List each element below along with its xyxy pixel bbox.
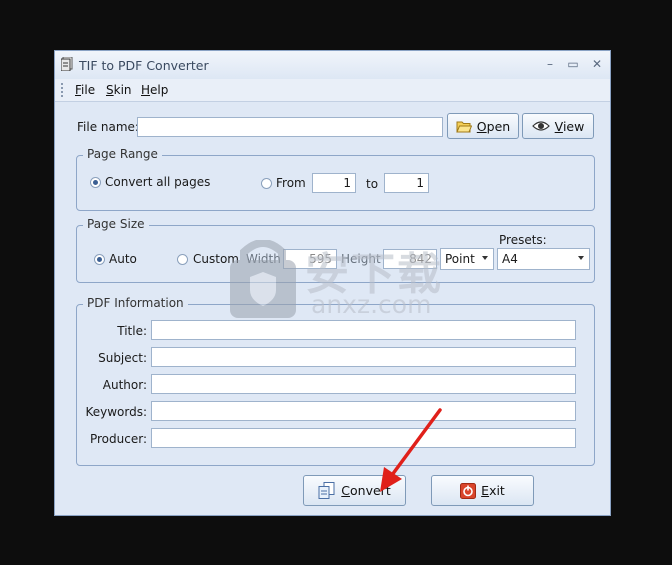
open-button[interactable]: Open xyxy=(447,113,519,139)
annotation-arrow-icon xyxy=(380,408,442,492)
author-label: Author: xyxy=(102,378,147,392)
folder-icon xyxy=(456,121,472,132)
menu-bar: File Skin Help xyxy=(55,79,610,102)
menu-file[interactable]: File xyxy=(75,83,95,97)
menu-skin[interactable]: Skin xyxy=(106,83,132,97)
page-size-group: Page Size Auto Custom Width Height Point… xyxy=(76,217,595,283)
convert-all-label: Convert all pages xyxy=(105,175,211,189)
page-range-group: Page Range Convert all pages From to xyxy=(76,147,595,211)
convert-pages-icon xyxy=(318,482,335,499)
width-label: Width xyxy=(246,252,281,266)
menu-help[interactable]: Help xyxy=(141,83,168,97)
height-input[interactable] xyxy=(383,249,437,269)
presets-value: A4 xyxy=(502,252,518,266)
height-label: Height xyxy=(341,252,381,266)
custom-radio[interactable] xyxy=(177,254,188,265)
custom-label: Custom xyxy=(193,252,239,266)
unit-value: Point xyxy=(445,252,475,266)
presets-select[interactable]: A4 xyxy=(497,248,590,270)
eye-icon xyxy=(531,121,550,131)
to-input[interactable] xyxy=(384,173,429,193)
unit-dropdown-arrow-icon xyxy=(482,256,488,260)
auto-label: Auto xyxy=(109,252,137,266)
app-window: TIF to PDF Converter – ▭ ✕ File Skin Hel… xyxy=(54,50,611,516)
maximize-button[interactable]: ▭ xyxy=(564,56,582,72)
close-button[interactable]: ✕ xyxy=(588,56,606,72)
title-bar[interactable]: TIF to PDF Converter – ▭ ✕ xyxy=(55,51,610,79)
exit-button-label: Exit xyxy=(481,483,505,498)
from-radio[interactable] xyxy=(261,178,272,189)
app-icon xyxy=(61,57,73,71)
subject-input[interactable] xyxy=(151,347,576,367)
producer-input[interactable] xyxy=(151,428,576,448)
title-input[interactable] xyxy=(151,320,576,340)
author-input[interactable] xyxy=(151,374,576,394)
exit-icon xyxy=(460,482,477,499)
page-size-title: Page Size xyxy=(83,217,149,231)
file-name-input[interactable] xyxy=(137,117,443,137)
from-label: From xyxy=(276,176,306,190)
width-input[interactable] xyxy=(283,249,337,269)
open-button-label: Open xyxy=(476,118,511,134)
presets-dropdown-arrow-icon xyxy=(578,256,584,260)
presets-label: Presets: xyxy=(499,233,547,247)
window-title: TIF to PDF Converter xyxy=(79,58,209,73)
file-name-label: File name: xyxy=(77,120,139,134)
from-input[interactable] xyxy=(312,173,356,193)
unit-select[interactable]: Point xyxy=(440,248,494,270)
view-button[interactable]: View xyxy=(522,113,594,139)
title-label: Title: xyxy=(117,324,147,338)
convert-all-radio[interactable] xyxy=(90,177,101,188)
auto-radio[interactable] xyxy=(94,254,105,265)
to-label: to xyxy=(366,177,379,191)
view-button-label: View xyxy=(554,118,585,134)
keywords-label: Keywords: xyxy=(85,405,147,419)
producer-label: Producer: xyxy=(89,432,147,446)
subject-label: Subject: xyxy=(98,351,147,365)
pdf-info-title: PDF Information xyxy=(83,296,188,310)
keywords-input[interactable] xyxy=(151,401,576,421)
minimize-button[interactable]: – xyxy=(541,56,559,72)
page-range-title: Page Range xyxy=(83,147,162,161)
menu-grip xyxy=(61,83,66,97)
pdf-info-group: PDF Information Title: Subject: Author: … xyxy=(76,296,595,466)
